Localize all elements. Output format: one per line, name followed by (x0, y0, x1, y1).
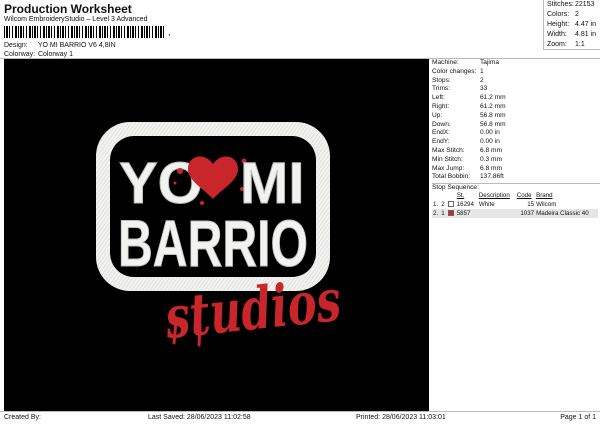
row-code: 1037 (515, 208, 536, 218)
splatter-dot (177, 168, 183, 174)
info-down: Down: 56.8 mm (432, 120, 506, 128)
footer: Created By: Last Saved: 28/06/2023 11:02… (0, 411, 600, 424)
row-number: 2. (432, 208, 441, 218)
table-header: St. Description Code Brand (432, 192, 598, 200)
info-endx: EndX: 0.00 in (432, 129, 500, 137)
summary-zoom: Zoom: 1:1 (547, 41, 585, 48)
design-row: Design: YO MI BARRIO V6 4,8IN (4, 42, 116, 49)
row-code: 15 (527, 200, 535, 208)
column-header-brand: Brand (536, 192, 553, 200)
created-by: Created By: (4, 414, 41, 421)
stop-sequence-label: Stop Sequence: (432, 183, 600, 192)
embroidery-design: YO MI BARRIO studios (96, 122, 344, 352)
color-swatch (447, 210, 454, 217)
row-stitches: 16294 (456, 200, 474, 208)
row-stitches: 5857 (455, 208, 478, 218)
info-right: Right: 61.2 mm (432, 102, 506, 110)
info-machine: Machine: Tajima (432, 59, 500, 66)
barcode (4, 26, 166, 38)
column-header-code: Code (516, 192, 532, 200)
info-max-stitch: Max Stitch: 6.8 mm (432, 146, 502, 154)
design-value: YO MI BARRIO V6 4,8IN (37, 42, 116, 49)
info-up: Up: 56.8 mm (432, 111, 506, 119)
colorway-label: Colorway: (4, 51, 36, 58)
table-row[interactable]: 1. 2 16294 White 15 Wilcom (432, 200, 598, 209)
row-brand: Wilcom (536, 200, 557, 208)
table-row[interactable]: 2. 1 5857 1037 Madeira Classic 40 (432, 208, 598, 218)
colorway-row: Colorway: Colorway 1 (4, 51, 73, 58)
design-label: Design: (4, 42, 28, 49)
row-description: White (478, 200, 495, 208)
info-endy: EndY: 0.00 in (432, 138, 500, 146)
printed-date: Printed: 28/06/2023 11:03:01 (356, 414, 446, 421)
software-subtitle: Wilcom EmbroideryStudio – Level 3 Advanc… (4, 16, 148, 23)
info-left: Left: 61.2 mm (432, 94, 506, 102)
info-min-stitch: Min Stitch: 0.3 mm (432, 155, 502, 163)
info-color-changes: Color changes: 1 (432, 67, 484, 75)
info-max-jump: Max Jump: 6.8 mm (432, 164, 502, 172)
machine-info-panel: Machine: Tajima Color changes: 1 Stops: 2 T… (432, 59, 600, 218)
row-brand: Madeira Classic 40 (535, 208, 598, 218)
row-number: 1. (433, 200, 439, 208)
splatter-dot (200, 201, 204, 205)
summary-width: Width: 4.81 in (547, 31, 597, 38)
summary-panel: Stitches:22153 Colors: 2 Height: 4.47 in W… (543, 0, 600, 50)
barcode-suffix: , (168, 27, 171, 37)
info-stops: Stops: 2 (432, 76, 484, 84)
column-header-st: St. (456, 192, 465, 200)
info-total-bobbin: Total Bobbin: 137.86ft (432, 173, 504, 181)
colorway-value: Colorway 1 (37, 51, 73, 58)
design-preview[interactable]: YO MI BARRIO studios (4, 59, 429, 412)
page-title: Production Worksheet (4, 2, 132, 16)
summary-stitches: Stitches:22153 (547, 1, 595, 8)
row-description (477, 208, 516, 218)
color-swatch (447, 201, 454, 208)
page-number: Page 1 of 1 (560, 414, 596, 421)
column-header-description: Description (478, 192, 510, 200)
summary-height: Height: 4.47 in (547, 21, 597, 28)
splatter-dot (173, 181, 177, 185)
info-trims: Trims: 33 (432, 85, 488, 93)
last-saved: Last Saved: 28/06/2023 11:02:58 (148, 414, 251, 421)
summary-colors: Colors: 2 (547, 11, 579, 18)
logo-text-barrio: BARRIO (118, 206, 308, 280)
stop-sequence-table: St. Description Code Brand 1. 2 16294 Wh… (432, 192, 598, 218)
